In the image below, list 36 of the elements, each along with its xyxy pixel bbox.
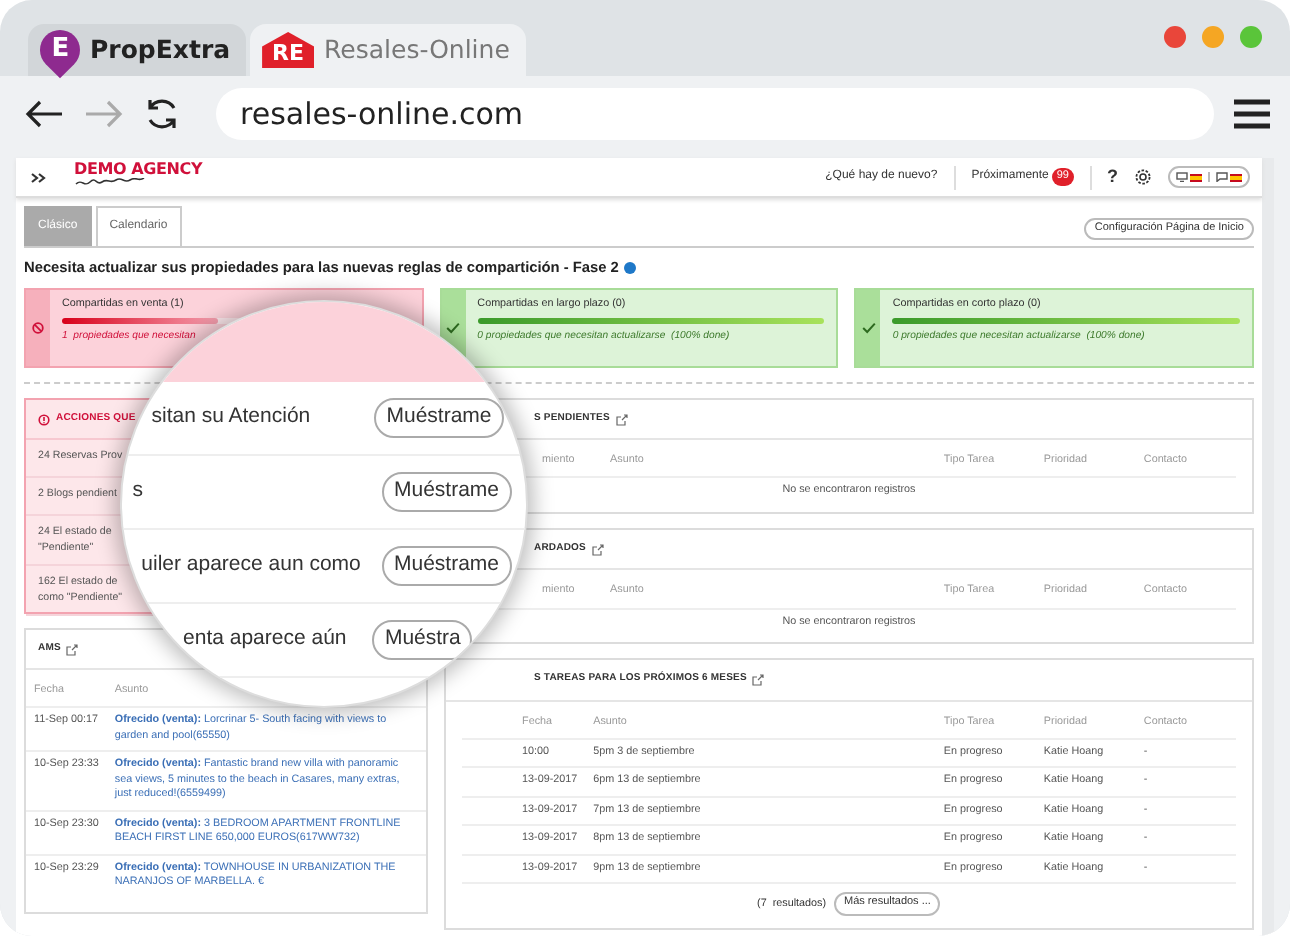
alert-icon [38,413,50,426]
blocked-icon [32,321,44,334]
show-me-button[interactable]: Muéstrame [382,472,512,512]
help-button[interactable]: ? [1107,163,1118,191]
reload-icon[interactable] [144,96,180,132]
back-arrow-icon[interactable] [24,98,64,130]
house-logo-icon: RE [262,32,315,68]
show-me-button[interactable]: Muéstra [372,620,473,660]
flag-icon [1190,173,1202,181]
show-me-button[interactable]: Muéstrame [382,546,512,586]
show-me-button[interactable]: Muéstrame [374,398,504,438]
flag-icon [1230,173,1242,181]
monitor-icon [1176,172,1188,182]
magnified-text: sitan su Atención [151,402,311,433]
check-icon [861,321,876,334]
external-link-icon[interactable] [591,543,604,556]
check-icon [446,321,461,334]
magnified-text: uiler aparece aun como [141,550,361,581]
expand-chevrons-icon[interactable] [30,171,46,183]
settings-icon[interactable] [1134,168,1152,186]
logo-text: DEMO AGENCY [74,161,203,175]
external-link-icon[interactable] [615,413,628,426]
external-link-icon[interactable] [752,673,765,686]
chat-icon [1216,172,1228,182]
magnified-text: enta aparece aún [183,624,347,655]
browser-tab[interactable]: RE Resales-Online [250,24,526,76]
browser-tab[interactable]: E PropExtra [28,24,247,76]
info-icon[interactable] [624,262,637,275]
magnified-text: s [132,476,143,507]
window-control-icon[interactable] [1164,26,1186,48]
menu-icon[interactable] [1234,98,1270,130]
address-bar[interactable]: resales-online.com [216,88,1214,140]
language-selector[interactable] [1208,172,1248,182]
language-selector[interactable] [1170,172,1208,182]
external-link-icon[interactable] [66,643,79,656]
logo-script-drawing [74,177,146,186]
